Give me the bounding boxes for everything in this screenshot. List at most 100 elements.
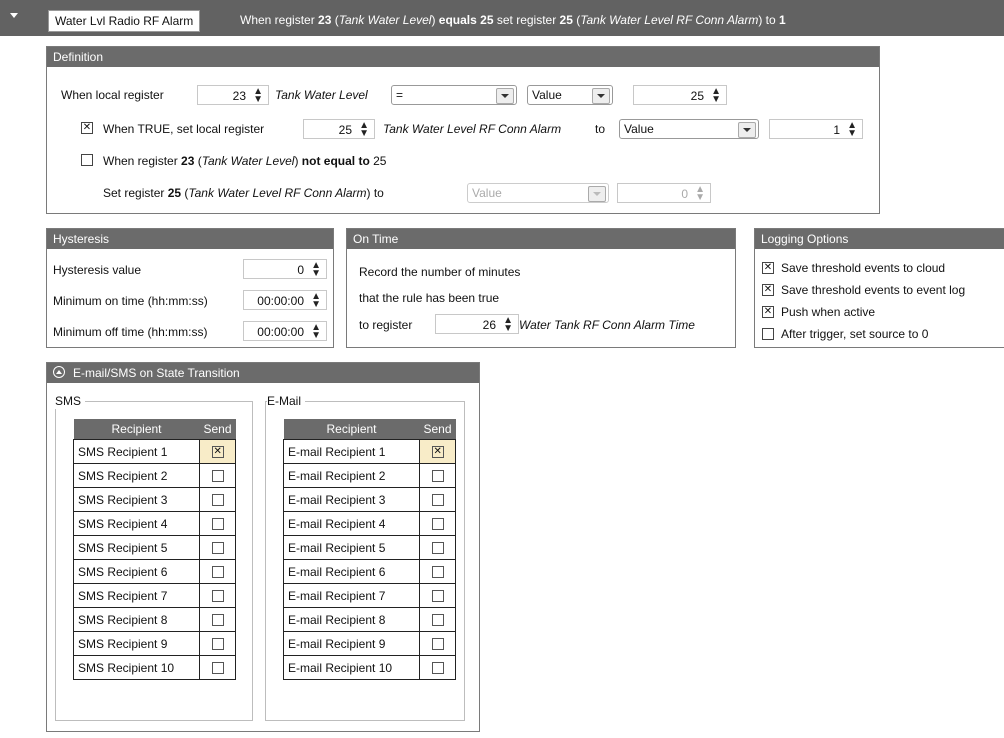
set-value-stepper[interactable]: 1 ▲ ▼: [769, 119, 863, 139]
send-cell[interactable]: [198, 655, 237, 680]
send-checkbox[interactable]: [431, 470, 444, 483]
send-checkbox[interactable]: [431, 638, 444, 651]
stepper-arrows-icon[interactable]: ▲ ▼: [253, 87, 263, 105]
table-row: SMS Recipient 5: [73, 535, 237, 560]
stepper-arrows-icon[interactable]: ▲ ▼: [311, 261, 321, 279]
send-cell[interactable]: [418, 655, 457, 680]
when-not-equal-checkbox[interactable]: [81, 154, 93, 166]
send-checkbox[interactable]: [211, 518, 224, 531]
when-local-register-label: When local register: [61, 88, 164, 102]
recipient-name: SMS Recipient 5: [73, 535, 200, 560]
send-cell[interactable]: [418, 463, 457, 488]
sms-recipient-table: RecipientSend SMS Recipient 1SMS Recipie…: [73, 419, 237, 680]
min-on-time-label: Minimum on time (hh:mm:ss): [53, 294, 208, 308]
send-cell[interactable]: [418, 583, 457, 608]
rule-summary: When register 23 (Tank Water Level) equa…: [240, 13, 786, 27]
recipient-column-header: Recipient: [283, 419, 420, 440]
chevron-down-icon[interactable]: [738, 122, 756, 138]
stepper-arrows-icon[interactable]: ▲ ▼: [695, 185, 705, 203]
recipient-name: SMS Recipient 3: [73, 487, 200, 512]
operator-dropdown[interactable]: =: [391, 85, 517, 105]
stepper-arrows-icon[interactable]: ▲ ▼: [311, 292, 321, 310]
send-checkbox[interactable]: [431, 590, 444, 603]
send-cell[interactable]: [418, 631, 457, 656]
hysteresis-header: Hysteresis: [47, 229, 333, 249]
table-row: SMS Recipient 10: [73, 655, 237, 680]
send-checkbox[interactable]: [431, 566, 444, 579]
send-checkbox[interactable]: [211, 566, 224, 579]
save-cloud-label: Save threshold events to cloud: [781, 261, 946, 275]
when-true-checkbox[interactable]: [81, 122, 93, 134]
definition-header: Definition: [47, 47, 879, 67]
send-checkbox[interactable]: [211, 446, 224, 459]
rule-name-field[interactable]: Water Lvl Radio RF Alarm: [48, 10, 201, 32]
recipient-name: E-mail Recipient 6: [283, 559, 420, 584]
send-checkbox[interactable]: [211, 590, 224, 603]
compare-value-stepper[interactable]: 25 ▲ ▼: [633, 85, 727, 105]
after-trigger-checkbox[interactable]: [762, 328, 774, 340]
set-register-stepper[interactable]: 25 ▲ ▼: [303, 119, 375, 139]
send-checkbox[interactable]: [211, 662, 224, 675]
not-equal-condition-text: When register 23 (Tank Water Level) not …: [103, 154, 387, 168]
collapse-arrow-icon[interactable]: [10, 13, 18, 18]
min-off-time-stepper[interactable]: 00:00:00 ▲ ▼: [243, 321, 327, 341]
send-checkbox[interactable]: [431, 494, 444, 507]
stepper-arrows-icon[interactable]: ▲ ▼: [359, 121, 369, 139]
register-stepper[interactable]: 23 ▲ ▼: [197, 85, 269, 105]
send-cell[interactable]: [198, 535, 237, 560]
send-checkbox[interactable]: [431, 542, 444, 555]
send-checkbox[interactable]: [211, 494, 224, 507]
send-cell[interactable]: [418, 511, 457, 536]
send-cell[interactable]: [418, 607, 457, 632]
send-checkbox[interactable]: [431, 614, 444, 627]
source-type-dropdown[interactable]: Value: [527, 85, 613, 105]
on-time-line1: Record the number of minutes: [359, 265, 521, 279]
send-checkbox[interactable]: [211, 542, 224, 555]
send-cell[interactable]: [418, 535, 457, 560]
send-cell[interactable]: [198, 583, 237, 608]
send-checkbox[interactable]: [211, 614, 224, 627]
push-when-active-checkbox[interactable]: [762, 306, 774, 318]
send-cell[interactable]: [198, 607, 237, 632]
send-cell[interactable]: [198, 511, 237, 536]
set-source-type-dropdown[interactable]: Value: [619, 119, 759, 139]
send-cell[interactable]: [198, 559, 237, 584]
stepper-arrows-icon[interactable]: ▲ ▼: [711, 87, 721, 105]
send-checkbox[interactable]: [211, 470, 224, 483]
send-cell[interactable]: [418, 439, 457, 464]
chevron-down-icon[interactable]: [588, 186, 606, 202]
stepper-arrows-icon[interactable]: ▲ ▼: [311, 323, 321, 341]
hysteresis-value-stepper[interactable]: 0 ▲ ▼: [243, 259, 327, 279]
table-row: SMS Recipient 1: [73, 439, 237, 464]
collapse-up-icon[interactable]: [53, 366, 65, 378]
chevron-down-icon[interactable]: [496, 88, 514, 104]
send-cell[interactable]: [418, 559, 457, 584]
send-checkbox[interactable]: [431, 446, 444, 459]
send-column-header: Send: [419, 419, 456, 440]
else-source-type-dropdown[interactable]: Value: [467, 183, 609, 203]
send-checkbox[interactable]: [431, 518, 444, 531]
send-checkbox[interactable]: [431, 662, 444, 675]
email-recipient-table: RecipientSend E-mail Recipient 1E-mail R…: [283, 419, 457, 680]
save-cloud-checkbox[interactable]: [762, 262, 774, 274]
push-when-active-label: Push when active: [781, 305, 876, 319]
min-on-time-stepper[interactable]: 00:00:00 ▲ ▼: [243, 290, 327, 310]
chevron-down-icon[interactable]: [592, 88, 610, 104]
stepper-arrows-icon[interactable]: ▲ ▼: [503, 316, 513, 334]
on-time-register-stepper[interactable]: 26 ▲ ▼: [435, 314, 519, 334]
else-value-stepper[interactable]: 0 ▲ ▼: [617, 183, 711, 203]
table-row: E-mail Recipient 9: [283, 631, 457, 656]
save-event-log-checkbox[interactable]: [762, 284, 774, 296]
table-row: SMS Recipient 7: [73, 583, 237, 608]
register-name: Tank Water Level: [275, 88, 368, 102]
recipient-name: E-mail Recipient 5: [283, 535, 420, 560]
email-sms-header[interactable]: E-mail/SMS on State Transition: [47, 363, 479, 383]
send-cell[interactable]: [418, 487, 457, 512]
send-cell[interactable]: [198, 463, 237, 488]
stepper-arrows-icon[interactable]: ▲ ▼: [847, 121, 857, 139]
send-checkbox[interactable]: [211, 638, 224, 651]
recipient-name: E-mail Recipient 3: [283, 487, 420, 512]
send-cell[interactable]: [198, 439, 237, 464]
send-cell[interactable]: [198, 631, 237, 656]
send-cell[interactable]: [198, 487, 237, 512]
